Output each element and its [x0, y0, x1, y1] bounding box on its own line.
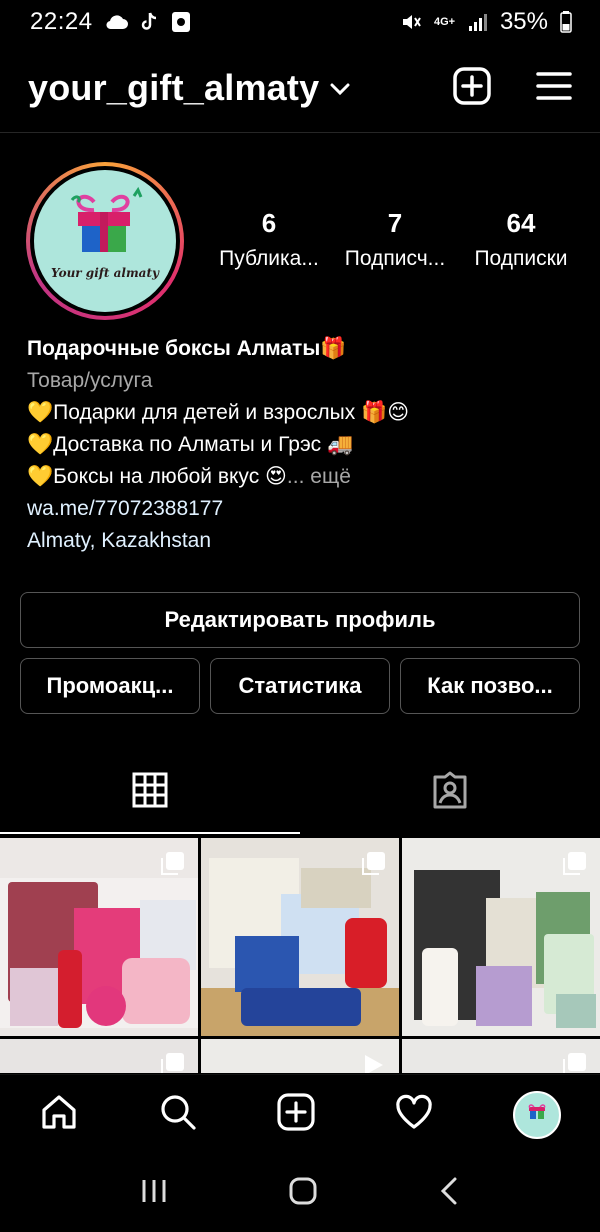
profile-tabs — [0, 750, 600, 834]
status-time: 22:24 — [30, 8, 93, 35]
screenshot-icon — [171, 11, 191, 33]
multiple-photos-icon — [562, 852, 586, 881]
stat-following[interactable]: 64 Подписки — [462, 208, 580, 271]
home-icon[interactable] — [39, 1092, 79, 1137]
multiple-photos-icon — [160, 852, 184, 881]
stat-posts[interactable]: 6 Публика... — [210, 208, 328, 271]
profile-avatar-ring[interactable]: Your gift almaty — [26, 162, 184, 320]
avatar-caption: Your gift almaty — [51, 266, 159, 280]
bio-line-1: 💛Подарки для детей и взрослых 🎁😊 — [27, 401, 410, 424]
menu-icon[interactable] — [536, 71, 572, 106]
status-bar-right: 4G+ 35% — [400, 8, 572, 36]
mute-icon — [400, 11, 422, 33]
multiple-photos-icon — [160, 1053, 184, 1073]
bio-line-3: 💛Боксы на любой вкус 😍 — [27, 465, 287, 488]
header-divider — [0, 132, 600, 133]
profile-avatar-inner: Your gift almaty — [30, 166, 180, 316]
stat-followers-count: 7 — [387, 208, 403, 238]
reel-play-icon — [361, 1053, 385, 1073]
grid-icon — [132, 772, 168, 813]
post-thumbnail[interactable] — [201, 1039, 399, 1073]
bio-website-link[interactable]: wa.me/77072388177 — [27, 493, 577, 525]
stat-followers-label: Подписч... — [344, 247, 446, 270]
battery-icon — [560, 11, 572, 33]
battery-percent: 35% — [499, 8, 548, 35]
account-username[interactable]: your_gift_almaty — [28, 67, 319, 109]
bio-line-3-row: 💛Боксы на любой вкус 😍... ещё — [27, 461, 577, 493]
stat-followers[interactable]: 7 Подписч... — [336, 208, 454, 271]
multiple-photos-icon — [361, 852, 385, 881]
profile-header: your_gift_almaty — [0, 56, 600, 120]
home-button-icon[interactable] — [287, 1175, 319, 1212]
recents-icon[interactable] — [139, 1176, 169, 1211]
profile-bio: Подарочные боксы Алматы🎁 Товар/услуга 💛П… — [27, 333, 577, 557]
add-icon[interactable] — [276, 1092, 316, 1137]
network-type: 4G+ — [433, 15, 456, 28]
post-thumbnail[interactable] — [0, 1039, 198, 1073]
promotions-button[interactable]: Промоакц... — [20, 658, 200, 714]
search-icon[interactable] — [158, 1092, 198, 1137]
tagged-icon — [431, 771, 469, 814]
new-post-icon[interactable] — [452, 66, 492, 111]
bio-category: Товар/услуга — [27, 369, 153, 392]
stat-posts-count: 6 — [261, 208, 277, 238]
tiktok-icon — [141, 11, 159, 33]
stat-posts-label: Публика... — [219, 247, 319, 270]
system-navigation-bar — [0, 1154, 600, 1232]
header-actions — [452, 66, 572, 111]
stat-following-label: Подписки — [474, 247, 568, 270]
tab-tagged[interactable] — [300, 750, 600, 834]
multiple-photos-icon — [562, 1053, 586, 1073]
profile-stats: 6 Публика... 7 Подписч... 64 Подписки — [210, 208, 580, 271]
bio-location[interactable]: Almaty, Kazakhstan — [27, 525, 577, 557]
profile-avatar[interactable] — [512, 1090, 561, 1139]
post-thumbnail[interactable] — [402, 1039, 600, 1073]
status-bar-left: 22:24 — [30, 8, 191, 36]
bottom-navigation — [0, 1074, 600, 1154]
status-bar: 22:24 4G+ 35% — [0, 0, 600, 44]
post-thumbnail[interactable] — [0, 838, 198, 1036]
heart-icon[interactable] — [394, 1092, 434, 1137]
contact-button[interactable]: Как позво... — [400, 658, 580, 714]
chevron-down-icon[interactable] — [329, 82, 351, 101]
bio-more-link[interactable]: ... ещё — [287, 465, 351, 488]
edit-profile-button[interactable]: Редактировать профиль — [20, 592, 580, 648]
gift-logo-icon — [528, 1103, 546, 1119]
bio-line-2: 💛Доставка по Алматы и Грэс 🚚 — [27, 433, 354, 456]
tab-posts-grid[interactable] — [0, 750, 300, 834]
stat-following-count: 64 — [506, 208, 536, 238]
profile-avatar: Your gift almaty — [34, 170, 176, 312]
insights-button[interactable]: Статистика — [210, 658, 390, 714]
back-icon[interactable] — [437, 1176, 461, 1211]
gift-logo-icon — [70, 186, 143, 252]
signal-icon — [468, 12, 488, 32]
cloud-icon — [105, 13, 129, 31]
post-thumbnail[interactable] — [402, 838, 600, 1036]
bio-name: Подарочные боксы Алматы🎁 — [27, 337, 347, 360]
post-thumbnail[interactable] — [201, 838, 399, 1036]
